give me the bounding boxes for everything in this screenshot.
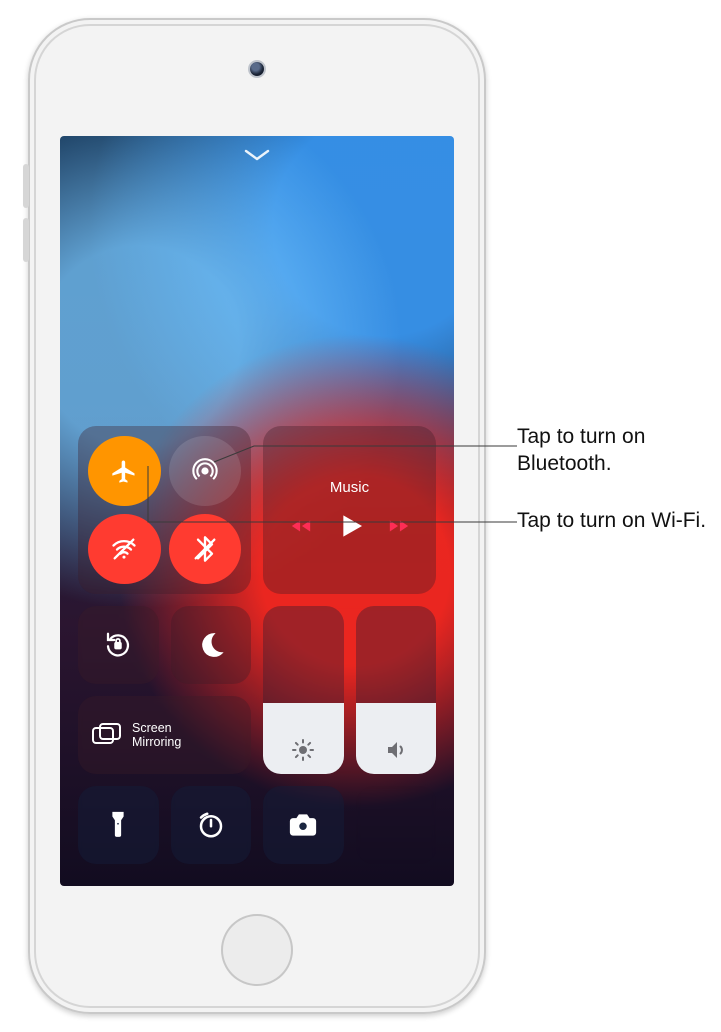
brightness-slider[interactable] bbox=[263, 606, 344, 774]
orientation-lock-toggle[interactable] bbox=[78, 606, 159, 684]
volume-up-button[interactable] bbox=[23, 164, 29, 208]
flashlight-icon bbox=[103, 810, 133, 840]
callout-wifi-leader bbox=[148, 466, 517, 522]
bluetooth-off-icon bbox=[191, 535, 219, 563]
callout-wifi: Tap to turn on Wi-Fi. bbox=[517, 508, 707, 535]
callout-bluetooth-text: Tap to turn on Bluetooth. bbox=[517, 425, 645, 475]
callout-bluetooth: Tap to turn on Bluetooth. bbox=[517, 424, 712, 478]
volume-down-button[interactable] bbox=[23, 218, 29, 262]
orientation-lock-icon bbox=[103, 630, 133, 660]
airplane-icon bbox=[110, 457, 138, 485]
callout-wifi-text: Tap to turn on Wi-Fi. bbox=[517, 509, 706, 532]
front-camera bbox=[250, 62, 264, 76]
volume-icon bbox=[384, 738, 408, 762]
wifi-toggle[interactable] bbox=[88, 514, 161, 584]
moon-icon bbox=[196, 630, 226, 660]
screen-mirroring-label: Screen Mirroring bbox=[132, 721, 181, 750]
bluetooth-toggle[interactable] bbox=[169, 514, 242, 584]
wifi-off-icon bbox=[110, 535, 138, 563]
camera-icon bbox=[288, 810, 318, 840]
do-not-disturb-toggle[interactable] bbox=[171, 606, 252, 684]
timer-icon bbox=[196, 810, 226, 840]
volume-slider[interactable] bbox=[356, 606, 437, 774]
timer-button[interactable] bbox=[171, 786, 252, 864]
sliders-group bbox=[263, 606, 436, 774]
screen-mirroring-button[interactable]: Screen Mirroring bbox=[78, 696, 251, 774]
flashlight-button[interactable] bbox=[78, 786, 159, 864]
dismiss-chevron-icon[interactable] bbox=[243, 148, 271, 167]
screen-mirroring-icon bbox=[92, 723, 122, 747]
callout-bluetooth-leader bbox=[214, 446, 517, 462]
camera-button[interactable] bbox=[263, 786, 344, 864]
home-button[interactable] bbox=[221, 914, 293, 986]
brightness-icon bbox=[291, 738, 315, 762]
empty-slot bbox=[356, 786, 437, 864]
